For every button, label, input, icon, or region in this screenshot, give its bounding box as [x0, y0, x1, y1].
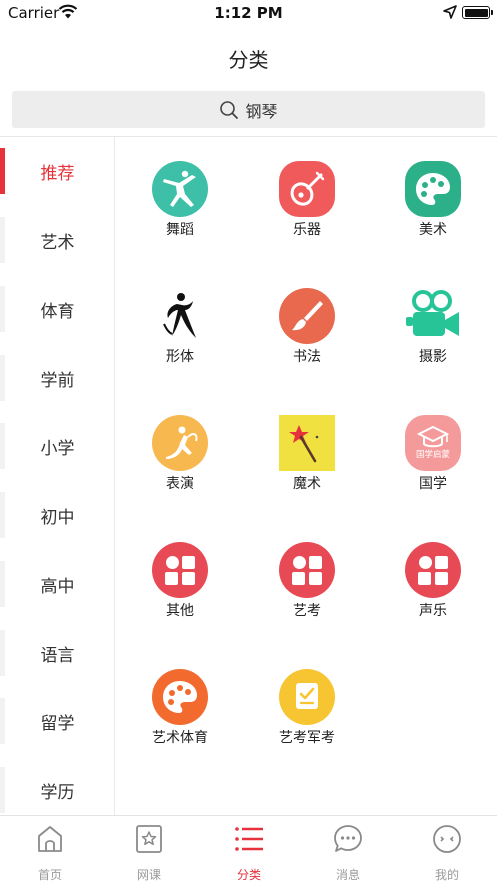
location-arrow-icon [443, 5, 457, 19]
video-camera-icon [406, 290, 459, 336]
category-label: 其他 [166, 603, 194, 619]
sidebar-item-yuyan[interactable]: 语言 [0, 630, 114, 676]
checklist-icon [279, 669, 335, 725]
sidebar-item-label: 体育 [40, 301, 75, 322]
category-art-exam[interactable]: 艺考 [252, 518, 362, 619]
category-calligraphy[interactable]: 书法 [252, 264, 362, 365]
sidebar-item-label: 高中 [40, 576, 75, 597]
category-photography[interactable]: 摄影 [378, 264, 488, 365]
category-art-military-exam[interactable]: 艺考军考 [252, 645, 362, 746]
search-bar[interactable]: 钢琴 [12, 91, 485, 128]
category-label: 舞蹈 [166, 222, 194, 238]
category-label: 表演 [166, 476, 194, 492]
tab-courses[interactable]: 网课 [114, 824, 184, 882]
sidebar-item-label: 小学 [40, 438, 75, 459]
sidebar-item-label: 留学 [40, 713, 75, 734]
body-figure-icon [163, 293, 196, 338]
sidebar-item-yishu[interactable]: 艺术 [0, 217, 114, 263]
category-label: 艺考军考 [279, 730, 335, 746]
category-grid: 舞蹈 乐器 美术 形体 书法 摄影 表演 魔术 国学启蒙 国学 其他 艺考 声乐… [116, 137, 497, 815]
category-art-sports[interactable]: 艺术体育 [125, 645, 235, 746]
magic-wand-icon [279, 415, 335, 471]
search-icon [220, 100, 239, 119]
sidebar-item-xueqian[interactable]: 学前 [0, 355, 114, 401]
search-input[interactable]: 钢琴 [245, 98, 277, 122]
tab-label: 首页 [37, 868, 62, 882]
category-label: 艺术体育 [152, 730, 208, 746]
grid-blocks-icon [405, 542, 461, 598]
category-dance[interactable]: 舞蹈 [125, 137, 235, 238]
tab-categories[interactable]: 分类 [214, 824, 284, 882]
category-sidebar: 推荐 艺术 体育 学前 小学 初中 高中 语言 留学 学历 [0, 137, 115, 815]
category-magic[interactable]: 魔术 [252, 391, 362, 492]
brush-icon [279, 288, 335, 344]
sidebar-item-label: 艺术 [40, 232, 75, 253]
sidebar-item-tuijian[interactable]: 推荐 [0, 148, 114, 194]
performance-icon [152, 415, 208, 471]
clock: 1:12 PM [214, 4, 283, 22]
category-label: 艺考 [293, 603, 321, 619]
tab-label: 分类 [236, 868, 261, 882]
tab-label: 我的 [434, 868, 459, 882]
sidebar-item-chuzhong[interactable]: 初中 [0, 492, 114, 538]
chat-bubble-icon [334, 825, 362, 852]
category-label: 声乐 [419, 603, 447, 619]
home-icon [38, 826, 62, 852]
status-bar: Carrier 1:12 PM [0, 0, 497, 26]
sidebar-item-label: 学前 [40, 370, 75, 391]
tab-messages[interactable]: 消息 [313, 824, 383, 882]
face-icon [433, 825, 461, 853]
category-label: 书法 [293, 349, 321, 365]
battery-icon [462, 6, 493, 19]
tab-profile[interactable]: 我的 [412, 824, 482, 882]
sidebar-item-gaozhong[interactable]: 高中 [0, 561, 114, 607]
category-vocal[interactable]: 声乐 [378, 518, 488, 619]
category-label: 摄影 [419, 349, 447, 365]
tab-bar: 首页 网课 分类 消息 我的 [0, 815, 497, 883]
tab-label: 网课 [136, 868, 161, 882]
grid-blocks-icon [279, 542, 335, 598]
category-body-shape[interactable]: 形体 [125, 264, 235, 365]
sidebar-item-xiaoxue[interactable]: 小学 [0, 423, 114, 469]
category-other[interactable]: 其他 [125, 518, 235, 619]
category-label: 形体 [166, 349, 194, 365]
palette-icon [405, 161, 461, 217]
category-instrument[interactable]: 乐器 [252, 137, 362, 238]
sidebar-item-tiyu[interactable]: 体育 [0, 286, 114, 332]
tab-home[interactable]: 首页 [15, 824, 85, 882]
category-fine-arts[interactable]: 美术 [378, 137, 488, 238]
sidebar-item-xueli[interactable]: 学历 [0, 767, 114, 813]
sidebar-item-label: 初中 [40, 507, 75, 528]
page-title: 分类 [228, 48, 269, 72]
category-chinese-studies[interactable]: 国学启蒙 国学 [378, 391, 488, 492]
category-label: 国学 [419, 476, 447, 492]
dance-icon [152, 161, 208, 217]
icon-caption: 国学启蒙 [416, 449, 451, 460]
sidebar-item-label: 推荐 [40, 163, 75, 184]
sidebar-item-label: 语言 [40, 645, 75, 666]
category-label: 美术 [419, 222, 447, 238]
grid-blocks-icon [152, 542, 208, 598]
graduation-cap-icon: 国学启蒙 [405, 415, 461, 471]
sidebar-item-label: 学历 [40, 782, 75, 803]
pipa-instrument-icon [279, 161, 335, 217]
star-bookmark-icon [136, 825, 162, 853]
category-label: 魔术 [293, 476, 321, 492]
category-performance[interactable]: 表演 [125, 391, 235, 492]
palette-icon [152, 669, 208, 725]
sidebar-item-liuxue[interactable]: 留学 [0, 698, 114, 744]
category-label: 乐器 [293, 222, 321, 238]
tab-label: 消息 [335, 868, 360, 882]
list-icon [235, 827, 263, 851]
